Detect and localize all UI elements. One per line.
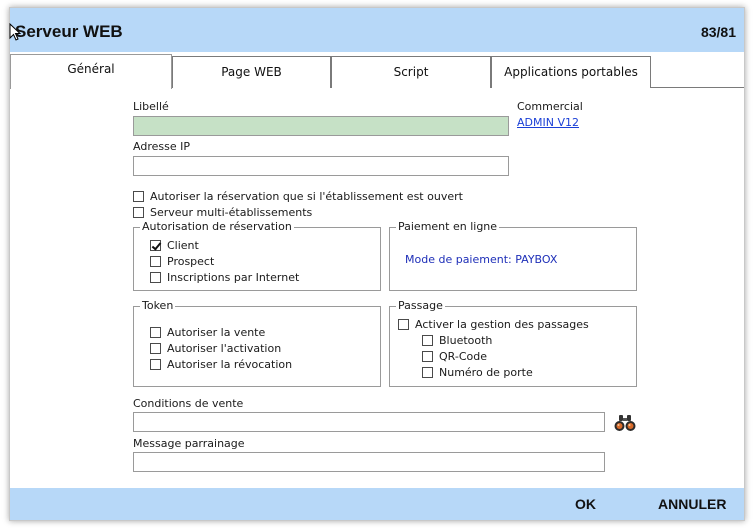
message-parrainage-label: Message parrainage — [133, 437, 245, 450]
window-title: Serveur WEB — [15, 22, 123, 41]
etablissement-ouvert-checkbox[interactable] — [133, 190, 144, 202]
annuler-button[interactable]: ANNULER — [658, 496, 726, 512]
multi-etablissements-checkbox-row[interactable]: Serveur multi-établissements — [133, 205, 312, 219]
serveur-web-window: Serveur WEB 83/81 Général Page WEB Scrip… — [9, 7, 745, 521]
etablissement-ouvert-label: Autoriser la réservation que si l'établi… — [150, 189, 463, 203]
qr-code-label: QR-Code — [439, 349, 487, 363]
autoriser-activation-label: Autoriser l'activation — [167, 341, 282, 355]
footer-bar: OK ANNULER — [10, 488, 744, 520]
autoriser-vente-label: Autoriser la vente — [167, 325, 266, 339]
numero-porte-checkbox[interactable] — [422, 366, 433, 378]
numero-porte-label: Numéro de porte — [439, 365, 533, 379]
commercial-label: Commercial — [517, 100, 583, 113]
prospect-checkbox[interactable] — [150, 255, 161, 267]
adresse-ip-label: Adresse IP — [133, 140, 190, 153]
activer-passages-checkbox-row[interactable]: Activer la gestion des passages — [398, 317, 589, 331]
tab-applications-portables[interactable]: Applications portables — [491, 56, 651, 88]
client-checkbox[interactable] — [150, 239, 161, 251]
adresse-ip-input[interactable] — [133, 156, 509, 176]
inscriptions-internet-label: Inscriptions par Internet — [167, 270, 300, 284]
tab-script[interactable]: Script — [331, 56, 491, 88]
autoriser-revocation-label: Autoriser la révocation — [167, 357, 293, 371]
prospect-checkbox-row[interactable]: Prospect — [150, 254, 214, 268]
etablissement-ouvert-checkbox-row[interactable]: Autoriser la réservation que si l'établi… — [133, 189, 463, 203]
tab-page-web[interactable]: Page WEB — [172, 56, 331, 88]
activer-passages-label: Activer la gestion des passages — [415, 317, 589, 331]
inscriptions-internet-checkbox[interactable] — [150, 271, 161, 283]
title-bar: Serveur WEB 83/81 — [9, 8, 744, 52]
qr-code-checkbox[interactable] — [422, 350, 433, 362]
multi-etablissements-label: Serveur multi-établissements — [150, 205, 313, 219]
record-counter: 83/81 — [700, 24, 736, 40]
autoriser-vente-checkbox[interactable] — [150, 326, 161, 338]
autoriser-activation-checkbox-row[interactable]: Autoriser l'activation — [150, 341, 281, 355]
token-group: Token Autoriser la vente Autoriser l'act… — [133, 299, 381, 387]
inscriptions-internet-checkbox-row[interactable]: Inscriptions par Internet — [150, 270, 299, 284]
bluetooth-checkbox[interactable] — [422, 334, 433, 346]
client-label: Client — [167, 238, 199, 252]
tab-bar: Général Page WEB Script Applications por… — [10, 54, 744, 89]
autoriser-revocation-checkbox[interactable] — [150, 358, 161, 370]
autorisation-reservation-group: Autorisation de réservation Client Prosp… — [133, 220, 381, 291]
multi-etablissements-checkbox[interactable] — [133, 206, 144, 218]
general-tab-content: Libellé Commercial ADMIN V12 Adresse IP … — [10, 88, 744, 488]
message-parrainage-input[interactable] — [133, 452, 605, 472]
autorisation-reservation-title: Autorisation de réservation — [140, 220, 294, 233]
libelle-label: Libellé — [133, 100, 169, 113]
conditions-vente-input[interactable] — [133, 412, 605, 432]
paiement-en-ligne-title: Paiement en ligne — [396, 220, 500, 233]
conditions-vente-label: Conditions de vente — [133, 397, 244, 410]
bluetooth-checkbox-row[interactable]: Bluetooth — [422, 333, 492, 347]
passage-group: Passage Activer la gestion des passages … — [389, 299, 637, 387]
qr-code-checkbox-row[interactable]: QR-Code — [422, 349, 487, 363]
client-checkbox-row[interactable]: Client — [150, 238, 199, 252]
numero-porte-checkbox-row[interactable]: Numéro de porte — [422, 365, 533, 379]
token-title: Token — [140, 299, 176, 312]
commercial-link[interactable]: ADMIN V12 — [517, 116, 579, 129]
ok-button[interactable]: OK — [575, 496, 596, 512]
autoriser-activation-checkbox[interactable] — [150, 342, 161, 354]
mode-paiement-text: Mode de paiement: PAYBOX — [405, 253, 558, 266]
paiement-en-ligne-group: Paiement en ligne Mode de paiement: PAYB… — [389, 220, 637, 291]
prospect-label: Prospect — [167, 254, 215, 268]
binoculars-icon[interactable] — [613, 413, 637, 433]
bluetooth-label: Bluetooth — [439, 333, 493, 347]
activer-passages-checkbox[interactable] — [398, 318, 409, 330]
autoriser-revocation-checkbox-row[interactable]: Autoriser la révocation — [150, 357, 292, 371]
libelle-input[interactable] — [133, 116, 509, 136]
autoriser-vente-checkbox-row[interactable]: Autoriser la vente — [150, 325, 265, 339]
passage-title: Passage — [396, 299, 445, 312]
tab-general[interactable]: Général — [10, 54, 172, 89]
